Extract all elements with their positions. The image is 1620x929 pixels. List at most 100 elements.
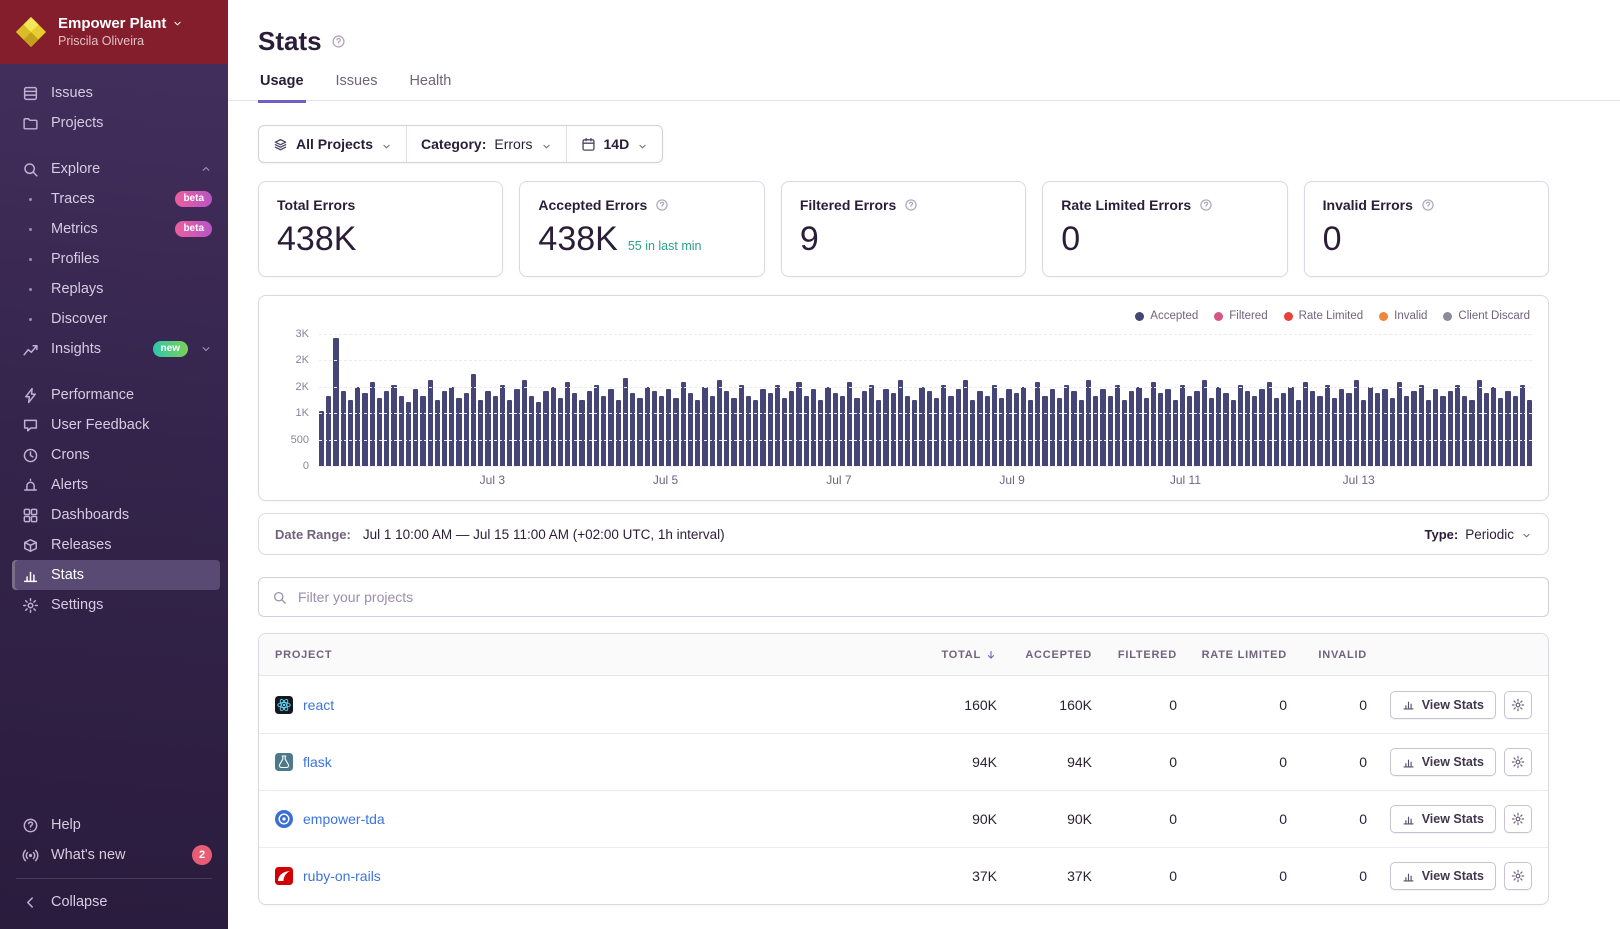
legend-item-filtered[interactable]: Filtered bbox=[1214, 310, 1267, 322]
sidebar-item-collapse[interactable]: Collapse bbox=[0, 887, 228, 917]
chart-bar[interactable] bbox=[522, 380, 527, 466]
chart-bar[interactable] bbox=[355, 387, 360, 466]
sidebar-item-discover[interactable]: Discover bbox=[0, 304, 228, 334]
chart-bar[interactable] bbox=[1122, 400, 1127, 466]
sidebar-item-alerts[interactable]: Alerts bbox=[0, 470, 228, 500]
chart-bar[interactable] bbox=[1382, 389, 1387, 466]
chart-bar[interactable] bbox=[876, 400, 881, 466]
chart-bar[interactable] bbox=[464, 393, 469, 466]
chart-bar[interactable] bbox=[493, 396, 498, 466]
chart-bar[interactable] bbox=[1187, 396, 1192, 466]
col-filtered[interactable]: FILTERED bbox=[1092, 649, 1177, 661]
chart-bar[interactable] bbox=[341, 391, 346, 466]
chart-bar[interactable] bbox=[435, 400, 440, 466]
chart-bar[interactable] bbox=[565, 382, 570, 466]
chart-bar[interactable] bbox=[1042, 396, 1047, 466]
sidebar-item-settings[interactable]: Settings bbox=[0, 590, 228, 620]
chart-bar[interactable] bbox=[623, 378, 628, 466]
sidebar-item-issues[interactable]: Issues bbox=[0, 78, 228, 108]
chart-bar[interactable] bbox=[1288, 387, 1293, 466]
help-icon[interactable] bbox=[1421, 198, 1435, 212]
chart-bar[interactable] bbox=[514, 389, 519, 466]
chart-bar[interactable] bbox=[1484, 393, 1489, 466]
project-link[interactable]: react bbox=[303, 697, 334, 713]
chart-bar[interactable] bbox=[384, 391, 389, 466]
chart-bar[interactable] bbox=[1115, 385, 1120, 466]
help-icon[interactable] bbox=[655, 198, 669, 212]
chart-bar[interactable] bbox=[536, 402, 541, 466]
chart-bar[interactable] bbox=[1057, 398, 1062, 466]
chart-bar[interactable] bbox=[659, 396, 664, 466]
chart-bar[interactable] bbox=[1259, 389, 1264, 466]
chart-bar[interactable] bbox=[905, 396, 910, 466]
legend-item-accepted[interactable]: Accepted bbox=[1135, 310, 1198, 322]
chart-bar[interactable] bbox=[1136, 387, 1141, 466]
col-project[interactable]: PROJECT bbox=[275, 649, 877, 661]
chart-bar[interactable] bbox=[348, 400, 353, 466]
chart-bar[interactable] bbox=[862, 391, 867, 466]
chart-bar[interactable] bbox=[1505, 391, 1510, 466]
chart-bar[interactable] bbox=[760, 389, 765, 466]
chart-bar[interactable] bbox=[825, 387, 830, 466]
chart-bar[interactable] bbox=[1419, 385, 1424, 466]
chart-bar[interactable] bbox=[485, 391, 490, 466]
chart-bar[interactable] bbox=[616, 400, 621, 466]
chart-bar[interactable] bbox=[919, 387, 924, 466]
chart-bar[interactable] bbox=[1079, 400, 1084, 466]
search-input[interactable] bbox=[296, 588, 1535, 606]
chart-bar[interactable] bbox=[428, 380, 433, 466]
chart-bar[interactable] bbox=[1339, 389, 1344, 466]
tab-health[interactable]: Health bbox=[407, 73, 453, 100]
chart-bar[interactable] bbox=[833, 393, 838, 466]
sidebar-item-profiles[interactable]: Profiles bbox=[0, 244, 228, 274]
chart-bar[interactable] bbox=[1144, 398, 1149, 466]
chart-bar[interactable] bbox=[1223, 393, 1228, 466]
chart-bar[interactable] bbox=[768, 393, 773, 466]
chart-bar[interactable] bbox=[739, 385, 744, 466]
legend-item-rate-limited[interactable]: Rate Limited bbox=[1284, 310, 1364, 322]
chart-bar[interactable] bbox=[1498, 398, 1503, 466]
help-icon[interactable] bbox=[904, 198, 918, 212]
chart-bar[interactable] bbox=[1440, 396, 1445, 466]
chart-bar[interactable] bbox=[1527, 400, 1532, 466]
chart-bar[interactable] bbox=[695, 400, 700, 466]
chart-bar[interactable] bbox=[449, 387, 454, 466]
chart-bar[interactable] bbox=[406, 402, 411, 466]
chart-bar[interactable] bbox=[1173, 400, 1178, 466]
sidebar-item-user-feedback[interactable]: User Feedback bbox=[0, 410, 228, 440]
chart-bar[interactable] bbox=[1491, 387, 1496, 466]
chart-bar[interactable] bbox=[399, 396, 404, 466]
chart-bar[interactable] bbox=[724, 391, 729, 466]
chart-bar[interactable] bbox=[1238, 385, 1243, 466]
sidebar-item-projects[interactable]: Projects bbox=[0, 108, 228, 138]
chart-bar[interactable] bbox=[963, 380, 968, 466]
chart-bar[interactable] bbox=[442, 391, 447, 466]
chart-bar[interactable] bbox=[1332, 398, 1337, 466]
chart-bar[interactable] bbox=[1129, 391, 1134, 466]
category-filter-dropdown[interactable]: Category: Errors bbox=[406, 126, 565, 162]
chart-bar[interactable] bbox=[630, 393, 635, 466]
chart-bar[interactable] bbox=[818, 400, 823, 466]
chart-bar[interactable] bbox=[1209, 398, 1214, 466]
chart-bar[interactable] bbox=[1108, 396, 1113, 466]
chart-bar[interactable] bbox=[1325, 385, 1330, 466]
chart-bar[interactable] bbox=[970, 400, 975, 466]
project-link[interactable]: flask bbox=[303, 754, 332, 770]
chart-bar[interactable] bbox=[891, 393, 896, 466]
chart-bar[interactable] bbox=[1014, 393, 1019, 466]
chart-bar[interactable] bbox=[326, 396, 331, 466]
col-rate-limited[interactable]: RATE LIMITED bbox=[1177, 649, 1287, 661]
project-settings-button[interactable] bbox=[1504, 805, 1532, 833]
chart-bar[interactable] bbox=[681, 382, 686, 466]
chart-bar[interactable] bbox=[746, 396, 751, 466]
chart-bar[interactable] bbox=[1426, 400, 1431, 466]
chart-bar[interactable] bbox=[1462, 396, 1467, 466]
chart-bar[interactable] bbox=[413, 389, 418, 466]
chart-bar[interactable] bbox=[992, 385, 997, 466]
chart-bar[interactable] bbox=[1086, 380, 1091, 466]
chart-bar[interactable] bbox=[912, 400, 917, 466]
chart-bar[interactable] bbox=[1050, 389, 1055, 466]
chart-bar[interactable] bbox=[948, 396, 953, 466]
chart-bar[interactable] bbox=[1448, 391, 1453, 466]
chart-bar[interactable] bbox=[500, 385, 505, 466]
